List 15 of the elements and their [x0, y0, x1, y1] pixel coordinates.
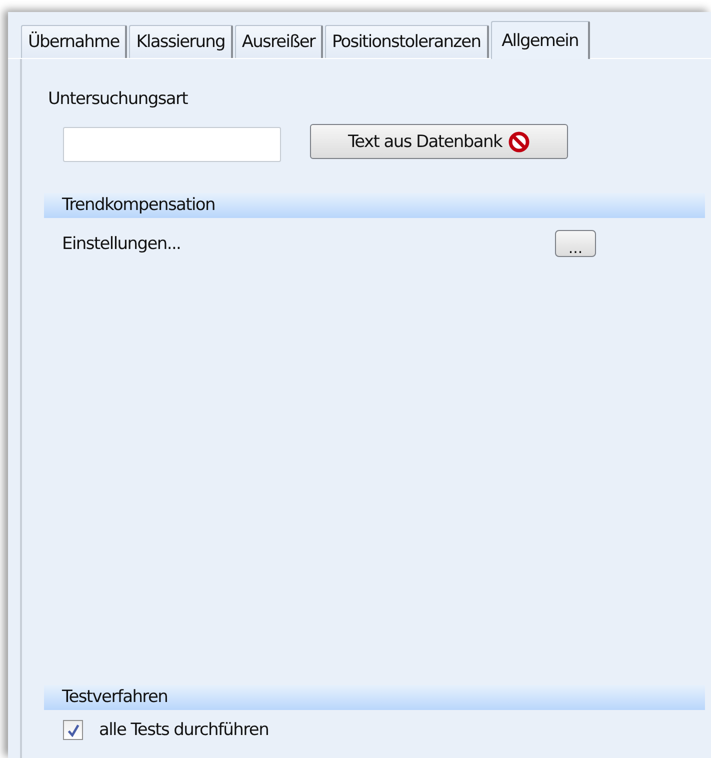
tab[interactable]: Allgemein: [490, 21, 590, 59]
tab[interactable]: Übernahme: [21, 25, 128, 58]
section-title: Trendkompensation: [62, 195, 215, 215]
checkbox-label: alle Tests durchführen: [99, 720, 269, 740]
tab[interactable]: Ausreißer: [234, 25, 324, 58]
settings-label: Einstellungen...: [62, 234, 182, 254]
section-title: Testverfahren: [62, 687, 168, 707]
checkbox[interactable]: [63, 720, 83, 740]
database-button[interactable]: Text aus Datenbank: [310, 124, 568, 159]
input-field[interactable]: [63, 127, 281, 162]
tab[interactable]: Positionstoleranzen: [325, 25, 489, 58]
ellipsis-button[interactable]: ...: [555, 230, 596, 257]
field-label: Untersuchungsart: [48, 89, 189, 109]
prohibited-icon: [508, 130, 530, 152]
tab[interactable]: Klassierung: [129, 25, 233, 58]
